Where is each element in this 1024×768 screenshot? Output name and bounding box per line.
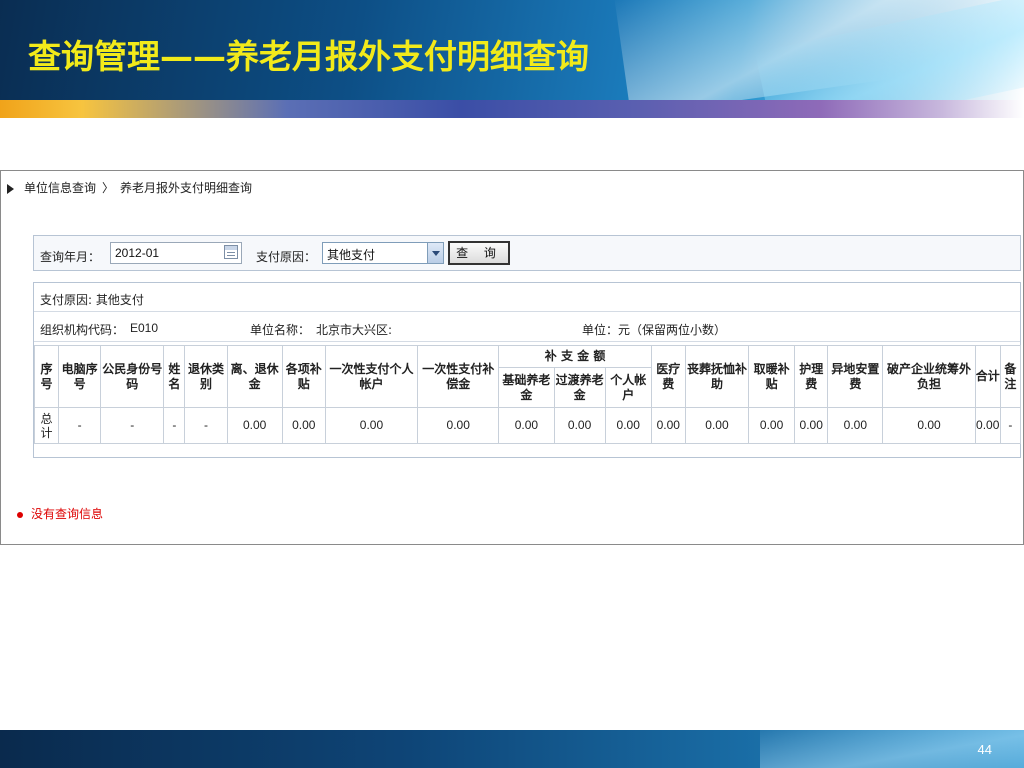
cell-funeral: 0.00 (684, 407, 750, 444)
col-medical: 医疗费 (650, 345, 686, 408)
payment-detail-table: 序号 电脑序号 公民身份号码 姓名 退休类别 离、退休金 各项补贴 一次性支付个… (33, 345, 1022, 444)
col-transition-pension: 过渡养老金 (553, 367, 606, 408)
chevron-down-icon[interactable] (427, 243, 443, 263)
cell-computer-seq: - (58, 407, 102, 444)
cell-heating: 0.00 (748, 407, 796, 444)
cell-retire-type: - (184, 407, 228, 444)
col-name: 姓名 (163, 345, 186, 408)
reason-label: 支付原因： (256, 250, 317, 264)
col-subsidies: 各项补贴 (281, 345, 326, 408)
reason-info-row: 支付原因: 其他支付 (34, 283, 1020, 312)
screenshot-panel: 单位信息查询〉养老月报外支付明细查询 查询年月： 2012-01 支付原因： 其… (0, 170, 1024, 545)
triangle-right-icon (7, 183, 14, 194)
col-relocation: 异地安置费 (827, 345, 884, 408)
search-button[interactable]: 查 询 (448, 241, 510, 265)
org-code-value: E010 (130, 321, 159, 335)
col-computer-seq: 电脑序号 (58, 345, 102, 408)
col-heating: 取暖补贴 (748, 345, 796, 408)
table-row: 总计 - - - - 0.00 0.00 0.00 0.00 0.00 0.00… (33, 407, 1022, 444)
breadcrumb-separator: 〉 (102, 181, 115, 195)
col-retire-type: 退休类别 (184, 345, 228, 408)
unit-name-value: 北京市大兴区: (316, 323, 393, 337)
reason-info: 支付原因: 其他支付 (40, 293, 144, 307)
reason-select-value: 其他支付 (327, 248, 376, 262)
slide: 查询管理——养老月报外支付明细查询 单位信息查询〉养老月报外支付明细查询 查询年… (0, 0, 1024, 768)
header-color-bar (0, 100, 1024, 118)
col-personal-account: 个人帐户 (604, 367, 652, 408)
table-header-row: 序号 电脑序号 公民身份号码 姓名 退休类别 离、退休金 各项补贴 一次性支付个… (33, 345, 1022, 408)
query-form: 查询年月： 2012-01 支付原因： 其他支付 查 询 (33, 235, 1021, 271)
bullet-icon (17, 511, 23, 518)
org-code-label: 组织机构代码： (40, 323, 125, 337)
col-supplement-group: 补 支 金 额 (498, 345, 652, 368)
col-seq: 序号 (33, 345, 60, 408)
col-nursing: 护理费 (794, 345, 829, 408)
cell-seq: 总计 (33, 407, 60, 444)
col-lump-personal: 一次性支付个人帐户 (324, 345, 419, 408)
calendar-icon[interactable] (224, 245, 238, 259)
empty-result-message: 没有查询信息 (17, 505, 103, 522)
col-total: 合计 (974, 345, 1001, 408)
slide-title: 查询管理——养老月报外支付明细查询 (28, 37, 589, 76)
footer-banner (0, 730, 1024, 768)
col-funeral: 丧葬抚恤补助 (684, 345, 750, 408)
cell-basic-pension: 0.00 (498, 407, 555, 444)
cell-transition-pension: 0.00 (553, 407, 606, 444)
cell-remark: - (999, 407, 1022, 444)
col-id-number: 公民身份号码 (100, 345, 165, 408)
empty-result-text: 没有查询信息 (31, 507, 104, 521)
unit-name-label: 单位名称： (250, 323, 311, 337)
breadcrumb-current: 养老月报外支付明细查询 (120, 181, 253, 195)
cell-name: - (163, 407, 186, 444)
cell-total: 0.00 (974, 407, 1001, 444)
col-lump-compensation: 一次性支付补偿金 (417, 345, 500, 408)
cell-personal-account: 0.00 (604, 407, 652, 444)
cell-medical: 0.00 (650, 407, 686, 444)
cell-subsidies: 0.00 (281, 407, 326, 444)
breadcrumb-root[interactable]: 单位信息查询 (24, 181, 96, 195)
cell-lump-personal: 0.00 (324, 407, 419, 444)
unit-note: 单位：元（保留两位小数） (582, 323, 727, 337)
cell-lump-compensation: 0.00 (417, 407, 500, 444)
col-pension: 离、退休金 (226, 345, 283, 408)
cell-bankruptcy: 0.00 (882, 407, 976, 444)
col-basic-pension: 基础养老金 (498, 367, 555, 408)
reason-select[interactable]: 其他支付 (322, 242, 444, 264)
month-label: 查询年月： (40, 250, 101, 264)
month-input[interactable]: 2012-01 (110, 242, 242, 264)
cell-pension: 0.00 (226, 407, 283, 444)
unit-info-row: 组织机构代码： E010 单位名称： 北京市大兴区: 单位：元（保留两位小数） (34, 313, 1020, 342)
breadcrumb: 单位信息查询〉养老月报外支付明细查询 (7, 179, 252, 196)
col-bankruptcy: 破产企业统筹外负担 (882, 345, 976, 408)
col-remark: 备注 (999, 345, 1022, 408)
cell-relocation: 0.00 (827, 407, 884, 444)
cell-id-number: - (100, 407, 165, 444)
cell-nursing: 0.00 (794, 407, 829, 444)
page-number: 44 (977, 742, 992, 757)
result-panel: 支付原因: 其他支付 组织机构代码： E010 单位名称： 北京市大兴区: 单位… (33, 282, 1022, 458)
